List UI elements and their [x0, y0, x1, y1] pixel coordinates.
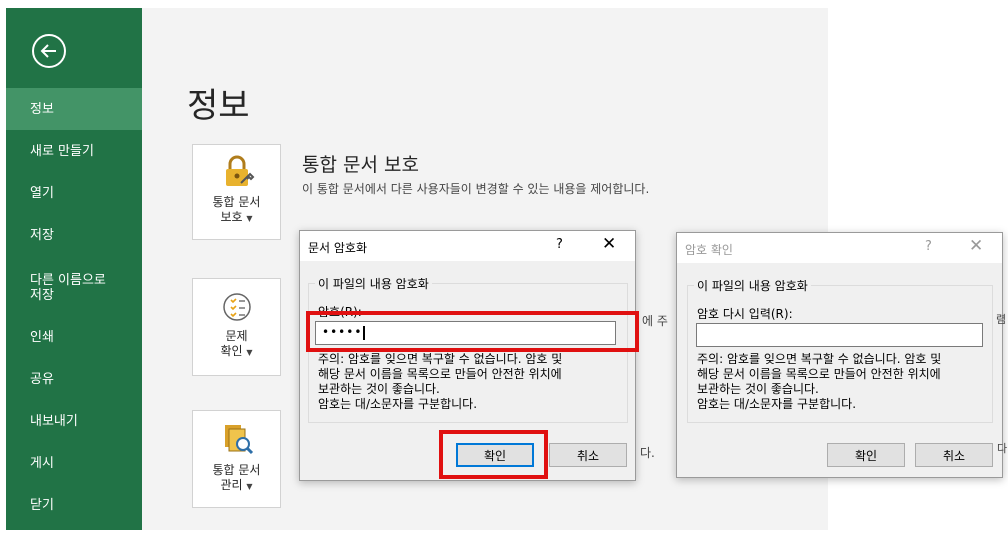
- dialog-title: 문서 암호화: [308, 241, 368, 255]
- tile-label-line1: 문제: [225, 329, 248, 343]
- chevron-down-icon: ▼: [246, 214, 253, 223]
- tile-label-line2: 관리 ▼: [220, 478, 253, 492]
- group-label: 이 파일의 내용 암호화: [694, 277, 811, 294]
- manage-description-fragment: 다.: [640, 446, 655, 460]
- reenter-password-input[interactable]: [696, 323, 983, 347]
- help-button[interactable]: ?: [925, 239, 932, 254]
- background-text-fragment: 렴: [996, 313, 1007, 326]
- sidebar-item-label: 게시: [30, 455, 54, 471]
- group-label: 이 파일의 내용 암호화: [315, 275, 432, 292]
- sidebar-item-label: 새로 만들기: [30, 143, 94, 159]
- sidebar-item-print[interactable]: 인쇄: [6, 316, 142, 358]
- sidebar-item-share[interactable]: 공유: [6, 358, 142, 400]
- sidebar-item-label: 저장: [30, 227, 54, 243]
- back-arrow-icon: [40, 44, 56, 58]
- sidebar-item-save[interactable]: 저장: [6, 214, 142, 256]
- dialog-titlebar: 암호 확인 ? ✕: [677, 233, 1002, 263]
- password-highlight-box: [306, 311, 639, 352]
- ok-highlight-box: [439, 430, 548, 479]
- protect-workbook-button[interactable]: 통합 문서 보호 ▼: [192, 144, 281, 240]
- sidebar-item-label: 공유: [30, 371, 54, 387]
- dialog-title: 암호 확인: [685, 243, 733, 257]
- sidebar-item-label: 열기: [30, 185, 54, 201]
- password-warning: 주의: 암호를 잊으면 복구할 수 없습니다. 암호 및 해당 문서 이름을 목…: [697, 352, 942, 411]
- inspect-description-fragment: 에 주: [642, 314, 668, 328]
- tile-label-line2: 보호 ▼: [220, 210, 253, 224]
- reenter-password-label: 암호 다시 입력(R):: [697, 307, 793, 321]
- confirm-password-dialog: 암호 확인 ? ✕ 이 파일의 내용 암호화 암호 다시 입력(R): 주의: …: [676, 232, 1003, 478]
- sidebar: 정보 새로 만들기 열기 저장 다른 이름으로 저장 인쇄 공유 내보내기 게시…: [6, 8, 142, 530]
- manage-workbook-icon: [225, 425, 254, 455]
- sidebar-item-label: 인쇄: [30, 329, 54, 345]
- dialog-titlebar: 문서 암호화 ? ✕: [300, 231, 635, 261]
- lock-key-icon: [226, 155, 255, 186]
- tile-label-line1: 통합 문서: [212, 195, 261, 209]
- cancel-button[interactable]: 취소: [549, 443, 627, 467]
- ok-button[interactable]: 확인: [827, 443, 905, 467]
- sidebar-item-publish[interactable]: 게시: [6, 442, 142, 484]
- check-issues-button[interactable]: 문제 확인 ▼: [192, 278, 281, 376]
- sidebar-item-label: 내보내기: [30, 413, 78, 429]
- page-title: 정보: [187, 86, 250, 126]
- inspect-document-icon: [223, 293, 251, 321]
- sidebar-item-label: 닫기: [30, 497, 54, 513]
- chevron-down-icon: ▼: [246, 482, 253, 491]
- tile-label-line2: 확인 ▼: [220, 344, 253, 358]
- sidebar-item-export[interactable]: 내보내기: [6, 400, 142, 442]
- chevron-down-icon: ▼: [246, 348, 253, 357]
- password-warning: 주의: 암호를 잊으면 복구할 수 없습니다. 암호 및 해당 문서 이름을 목…: [318, 352, 563, 411]
- protect-heading: 통합 문서 보호: [302, 154, 419, 176]
- protect-description: 이 통합 문서에서 다른 사용자들이 변경할 수 있는 내용을 제어합니다.: [302, 182, 650, 196]
- sidebar-item-new[interactable]: 새로 만들기: [6, 130, 142, 172]
- background-text-fragment: 다: [997, 442, 1008, 455]
- sidebar-item-open[interactable]: 열기: [6, 172, 142, 214]
- sidebar-item-label: 다른 이름으로 저장: [30, 273, 106, 303]
- close-button[interactable]: ✕: [602, 234, 616, 254]
- sidebar-item-close[interactable]: 닫기: [6, 484, 142, 526]
- back-button[interactable]: [32, 34, 66, 68]
- manage-workbook-button[interactable]: 통합 문서 관리 ▼: [192, 410, 281, 508]
- sidebar-item-info[interactable]: 정보: [6, 88, 142, 130]
- tile-label-line1: 통합 문서: [212, 463, 261, 477]
- sidebar-item-label: 정보: [30, 101, 54, 117]
- help-button[interactable]: ?: [556, 237, 563, 252]
- close-button[interactable]: ✕: [969, 236, 983, 256]
- sidebar-item-save-as[interactable]: 다른 이름으로 저장: [6, 264, 142, 312]
- cancel-button[interactable]: 취소: [915, 443, 993, 467]
